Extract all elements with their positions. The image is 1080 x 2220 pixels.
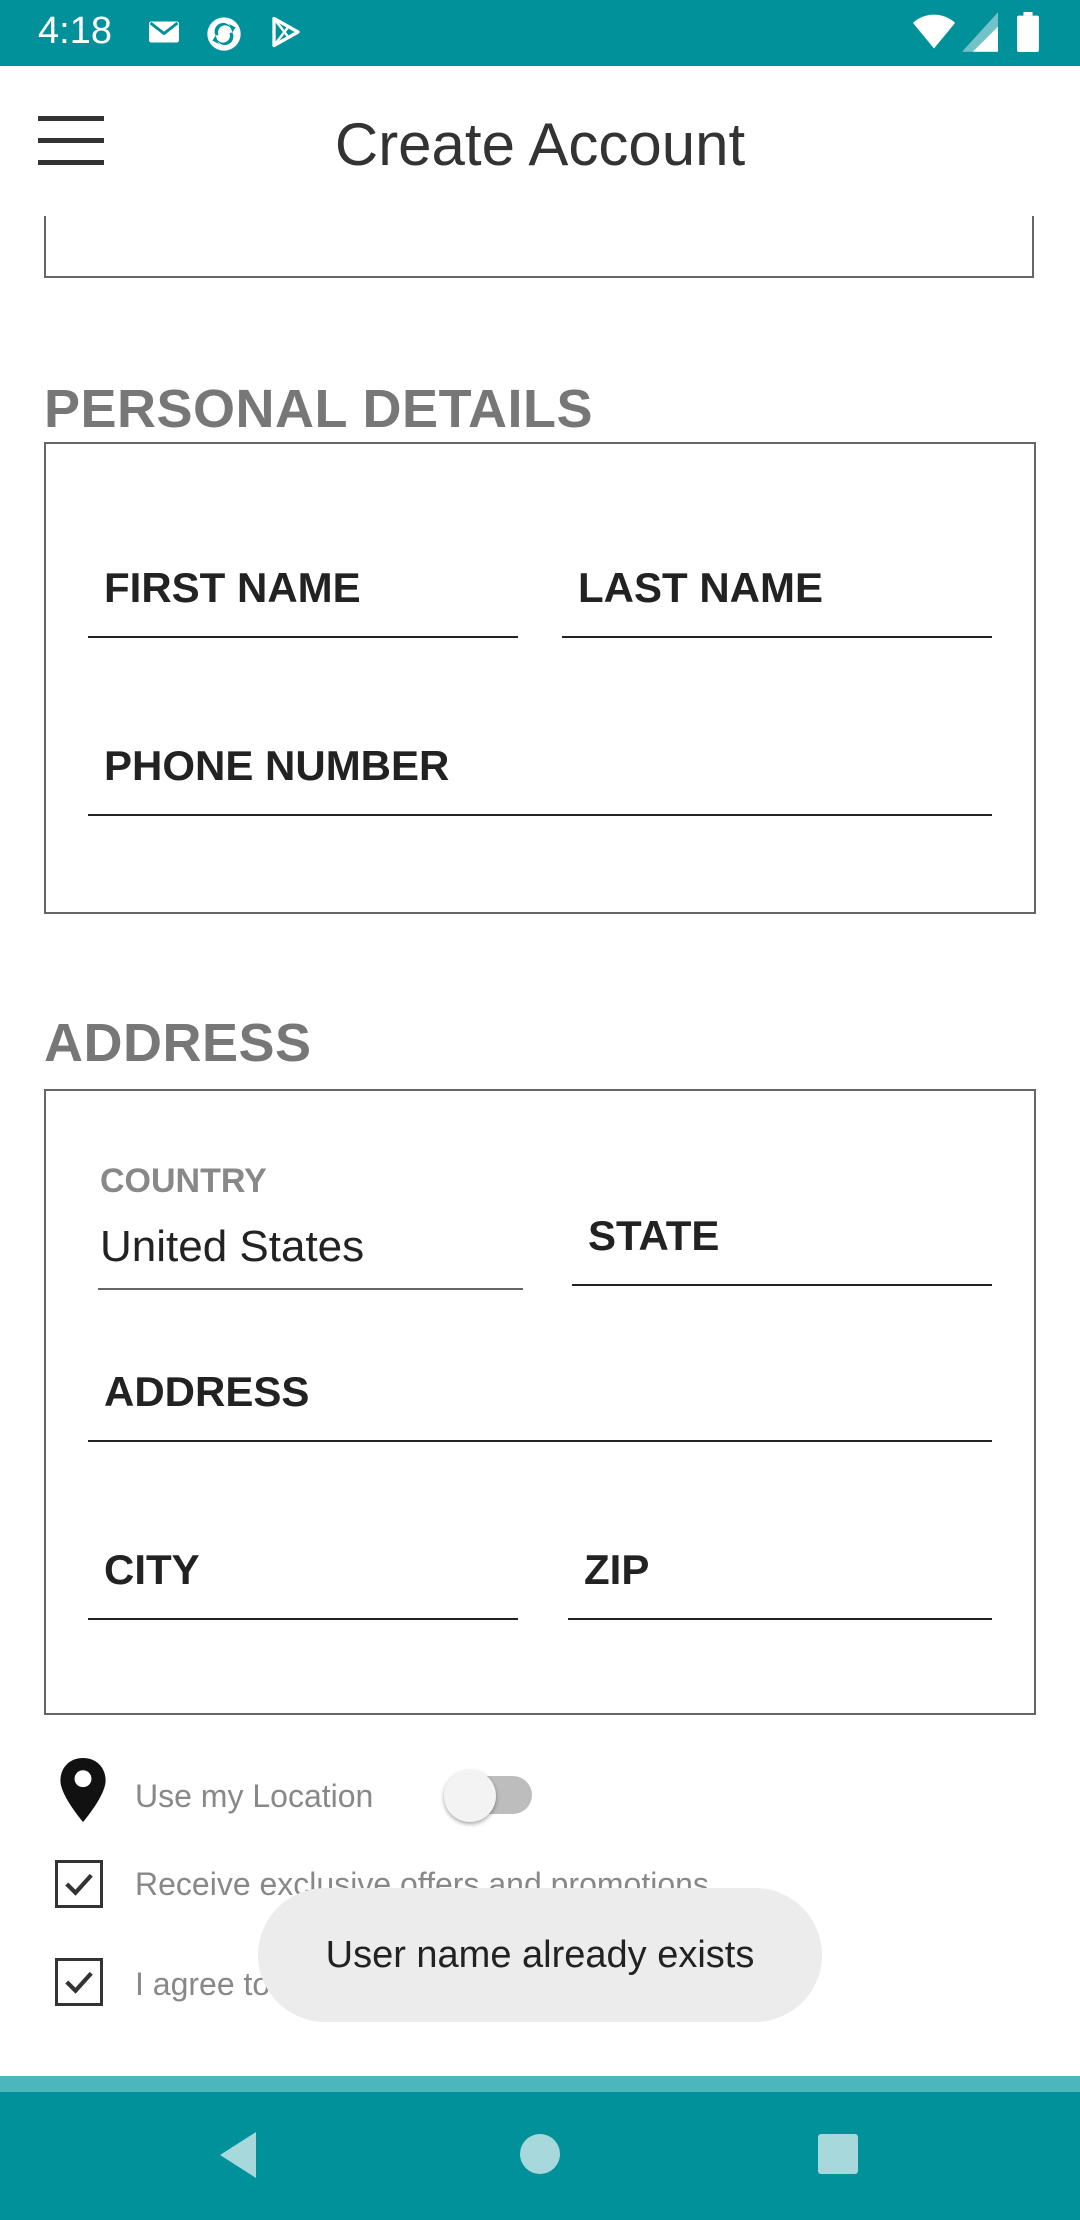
sync-app-icon [204, 14, 244, 59]
zip-field[interactable]: ZIP [568, 1522, 992, 1620]
zip-label: ZIP [584, 1546, 650, 1593]
location-pin-icon [60, 1758, 106, 1827]
gmail-icon [146, 14, 182, 55]
state-label: STATE [588, 1212, 720, 1259]
personal-details-box [44, 442, 1036, 914]
phone-number-label: PHONE NUMBER [104, 742, 450, 789]
address-label: ADDRESS [104, 1368, 310, 1415]
country-value: United States [100, 1222, 365, 1271]
app-bar: Create Account [0, 66, 1080, 216]
check-icon [65, 1873, 93, 1896]
phone-number-field[interactable]: PHONE NUMBER [88, 718, 992, 816]
check-icon [65, 1971, 93, 1994]
page-title: Create Account [334, 111, 746, 178]
country-select[interactable]: COUNTRY United States [98, 1150, 523, 1290]
city-field[interactable]: CITY [88, 1522, 518, 1620]
signal-icon [962, 12, 998, 57]
address-heading: ADDRESS [44, 1013, 312, 1073]
back-icon[interactable] [216, 2130, 260, 2185]
use-location-label: Use my Location [135, 1778, 374, 1814]
toggle-thumb [444, 1770, 496, 1822]
city-label: CITY [104, 1546, 200, 1593]
battery-icon [1016, 12, 1040, 57]
status-bar: 4:18 [0, 0, 1080, 66]
agree-checkbox[interactable] [55, 1958, 103, 2006]
country-label: COUNTRY [100, 1162, 267, 1200]
offers-checkbox[interactable] [55, 1860, 103, 1908]
first-name-field[interactable]: FIRST NAME [88, 540, 518, 638]
last-name-field[interactable]: LAST NAME [562, 540, 992, 638]
home-icon[interactable] [520, 2134, 560, 2179]
last-name-label: LAST NAME [578, 564, 823, 611]
navigation-bar [0, 2092, 1080, 2220]
first-name-label: FIRST NAME [104, 564, 361, 611]
toast-message: User name already exists [258, 1888, 822, 2022]
personal-details-heading: PERSONAL DETAILS [44, 379, 594, 439]
state-field[interactable]: STATE [572, 1188, 992, 1286]
address-field[interactable]: ADDRESS [88, 1344, 992, 1442]
wifi-icon [912, 12, 956, 57]
previous-section-box [44, 216, 1034, 278]
play-store-icon [268, 14, 304, 55]
bottom-strip [0, 2076, 1080, 2092]
toast-text: User name already exists [325, 1933, 755, 1976]
status-time: 4:18 [38, 10, 112, 52]
recents-icon[interactable] [818, 2134, 858, 2179]
